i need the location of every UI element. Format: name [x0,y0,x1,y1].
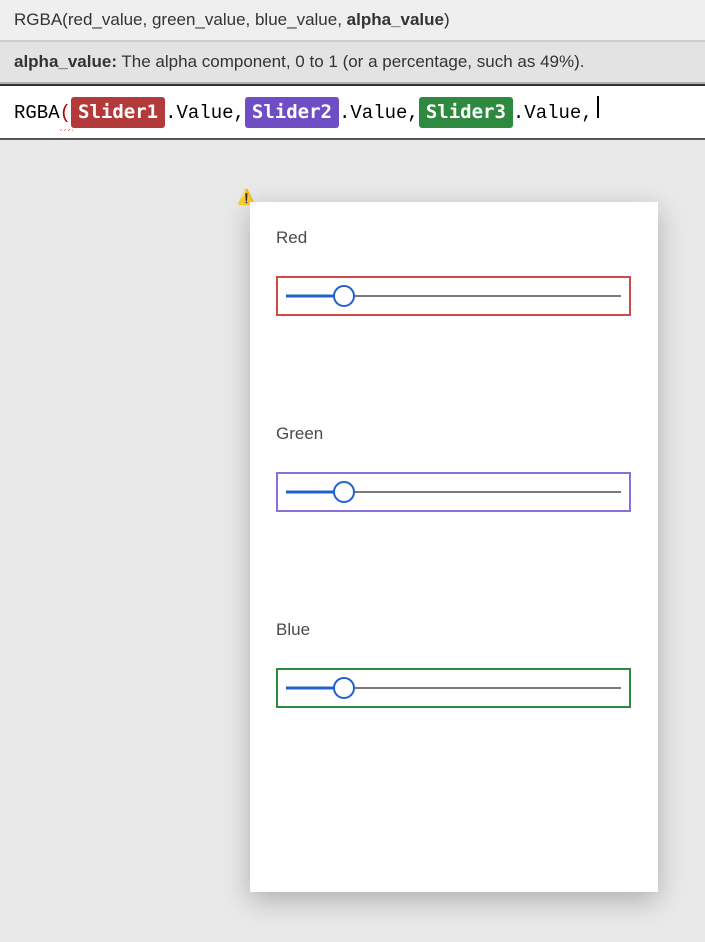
token-slider1[interactable]: Slider1 [71,97,165,128]
slider-red[interactable] [276,276,631,316]
function-signature-tooltip: RGBA(red_value, green_value, blue_value,… [0,0,705,42]
slider-label-red: Red [276,228,632,248]
formula-bar[interactable]: RGBA( Slider1.Value, Slider2.Value, Slid… [0,84,705,140]
prop-value-3: .Value [513,99,581,128]
param-name: alpha_value: [14,52,117,71]
slider-block-green: Green [276,424,632,512]
signature-prefix: RGBA(red_value, green_value, blue_value, [14,10,347,29]
parameter-description: alpha_value: The alpha component, 0 to 1… [0,42,705,84]
param-text: The alpha component, 0 to 1 (or a percen… [117,52,584,71]
formula-function-name: RGBA [14,99,60,128]
prop-value-1: .Value [165,99,233,128]
slider-thumb[interactable] [333,677,355,699]
slider-blue[interactable] [276,668,631,708]
slider-label-green: Green [276,424,632,444]
comma-3: , [581,99,592,128]
comma-2: , [407,99,418,128]
text-caret [597,96,599,118]
signature-suffix: ) [444,10,450,29]
slider-thumb[interactable] [333,481,355,503]
token-slider3[interactable]: Slider3 [419,97,513,128]
canvas[interactable]: ⚠️ Red Green Blue [0,140,705,922]
comma-1: , [234,99,245,128]
slider-block-blue: Blue [276,620,632,708]
preview-card[interactable]: Red Green Blue [250,202,658,892]
slider-block-red: Red [276,228,632,316]
slider-label-blue: Blue [276,620,632,640]
token-slider2[interactable]: Slider2 [245,97,339,128]
prop-value-2: .Value [339,99,407,128]
open-paren: ( [60,99,71,128]
slider-thumb[interactable] [333,285,355,307]
slider-green[interactable] [276,472,631,512]
signature-current-param: alpha_value [347,10,444,29]
